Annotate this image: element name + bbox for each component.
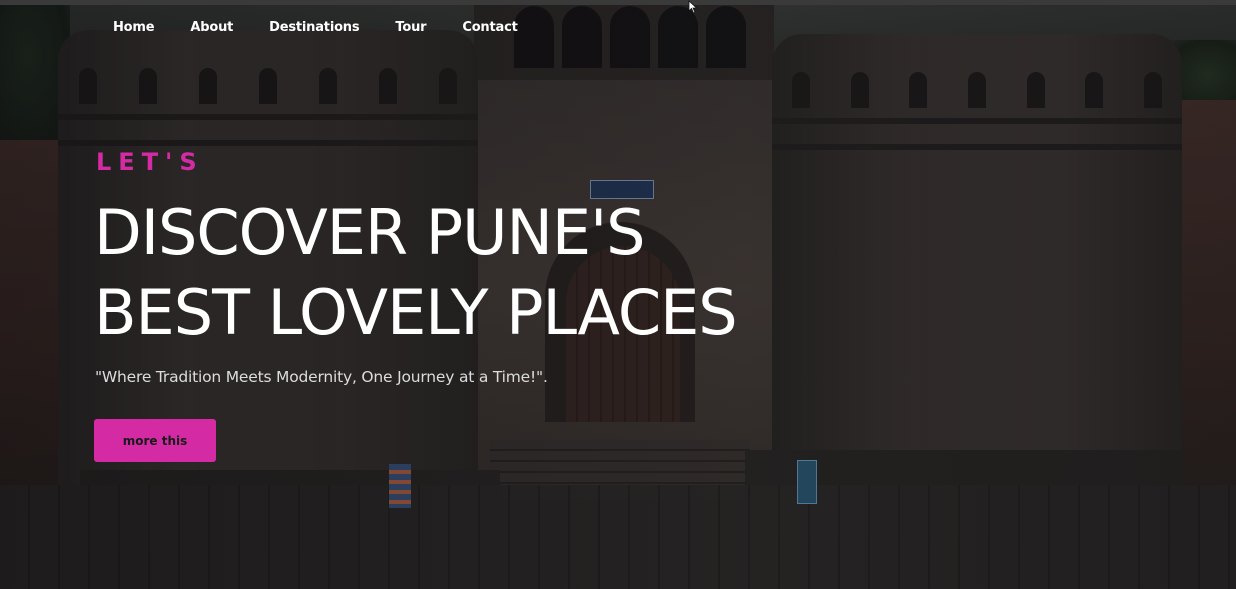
nav-item-contact[interactable]: Contact — [462, 20, 517, 40]
hero-eyebrow: LET'S — [96, 148, 204, 176]
hero-section: Home About Destinations Tour Contact LET… — [0, 0, 1236, 589]
nav-item-about[interactable]: About — [190, 20, 233, 40]
headline-line-2: BEST LOVELY PLACES — [94, 276, 738, 349]
headline-line-1: DISCOVER PUNE'S — [94, 196, 645, 269]
main-nav: Home About Destinations Tour Contact — [113, 20, 518, 40]
hero-headline: DISCOVER PUNE'S BEST LOVELY PLACES — [94, 193, 814, 353]
top-edge-bar — [0, 0, 1236, 5]
nav-item-tour[interactable]: Tour — [395, 20, 426, 40]
nav-item-destinations[interactable]: Destinations — [269, 20, 359, 40]
nav-item-home[interactable]: Home — [113, 20, 155, 40]
mouse-pointer-icon — [688, 0, 698, 14]
more-button[interactable]: more this — [94, 419, 216, 462]
hero-tagline: "Where Tradition Meets Modernity, One Jo… — [95, 368, 548, 386]
